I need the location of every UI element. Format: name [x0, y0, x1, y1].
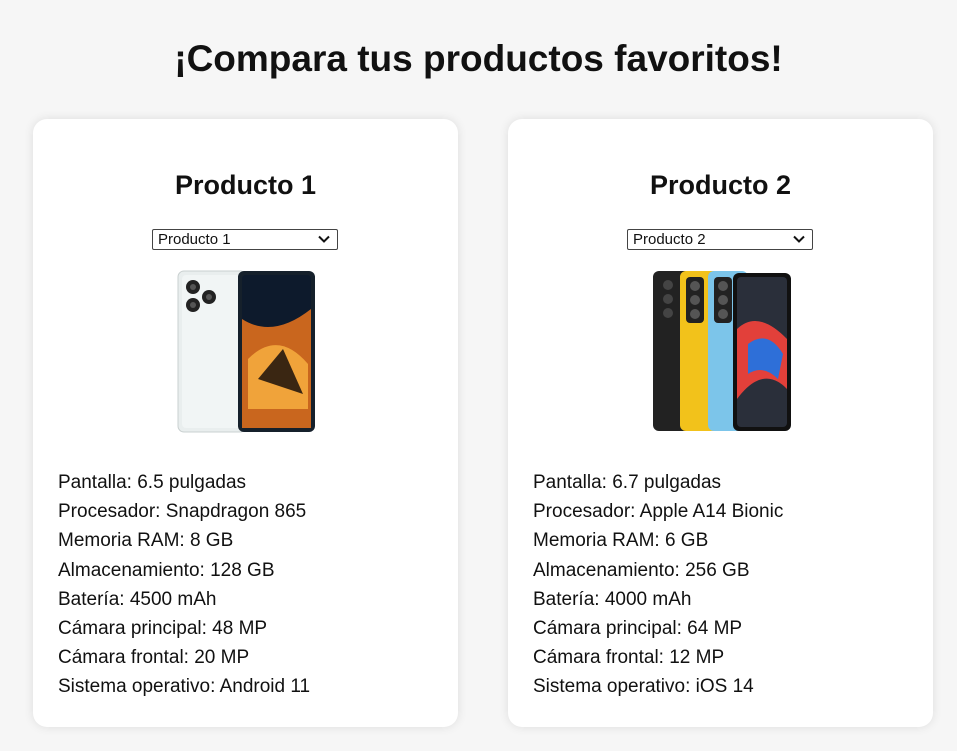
spec-item: Sistema operativo: Android 11: [58, 676, 311, 698]
spec-item: Pantalla: 6.7 pulgadas: [533, 472, 722, 493]
spec-item: Cámara frontal: 20 MP: [58, 647, 250, 669]
spec-item: Cámara principal: 64 MP: [533, 618, 743, 640]
product-card-1: Producto 1 Producto 1 Pantalla: 6.5 pulg…: [33, 119, 458, 727]
select-value: Producto 1: [158, 231, 231, 248]
spec-item: Almacenamiento: 256 GB: [533, 559, 750, 581]
spec-item: Memoria RAM: 8 GB: [58, 530, 234, 552]
product-image: [653, 271, 791, 431]
product-heading: Producto 1: [174, 170, 316, 200]
chevron-down-icon: [318, 235, 330, 243]
select-value: Producto 2: [633, 231, 706, 248]
spec-item: Procesador: Snapdragon 865: [58, 501, 307, 523]
spec-item: Procesador: Apple A14 Bionic: [533, 501, 784, 523]
product-heading: Producto 2: [649, 170, 791, 200]
product-select-2[interactable]: Producto 2: [627, 229, 813, 250]
specs-list: Pantalla: 6.5 pulgadas Procesador: Snapd…: [58, 468, 310, 702]
spec-item: Batería: 4500 mAh: [58, 588, 217, 610]
spec-item: Batería: 4000 mAh: [533, 588, 692, 610]
spec-item: Cámara principal: 48 MP: [58, 618, 268, 640]
page-title: ¡Compara tus productos favoritos!: [174, 38, 783, 79]
spec-item: Sistema operativo: iOS 14: [533, 676, 754, 698]
spec-item: Memoria RAM: 6 GB: [533, 530, 709, 552]
spec-item: Pantalla: 6.5 pulgadas: [58, 472, 247, 493]
chevron-down-icon: [793, 235, 805, 243]
product-select-1[interactable]: Producto 1: [152, 229, 338, 250]
product-image: [177, 270, 315, 433]
product-card-2: Producto 2 Producto 2 Pantalla: 6.7 pulg…: [508, 119, 933, 727]
spec-item: Almacenamiento: 128 GB: [58, 559, 275, 581]
spec-item: Cámara frontal: 12 MP: [533, 647, 725, 669]
specs-list: Pantalla: 6.7 pulgadas Procesador: Apple…: [533, 468, 783, 702]
